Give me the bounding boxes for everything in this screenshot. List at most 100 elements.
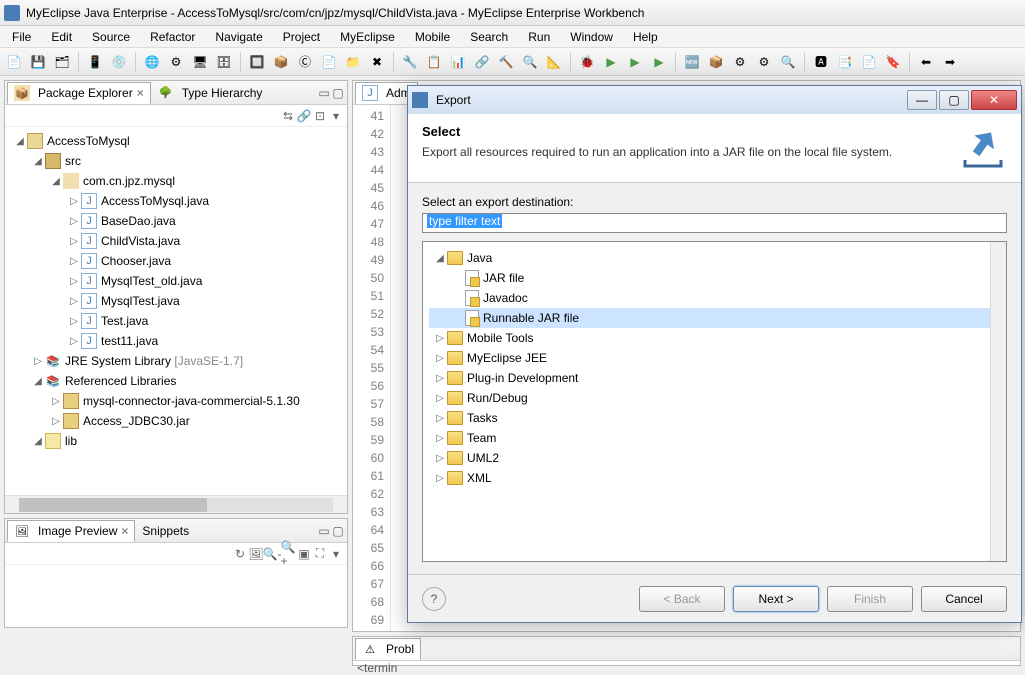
tool-x[interactable]: ✖ xyxy=(367,52,387,72)
minimize-icon[interactable]: ▭ xyxy=(317,86,331,100)
menu-icon[interactable]: ▾ xyxy=(329,109,343,123)
tool-app[interactable]: 🔲 xyxy=(247,52,267,72)
tool-gear[interactable]: ⚙ xyxy=(730,52,750,72)
tool-p2[interactable]: 📋 xyxy=(424,52,444,72)
tree-folder-lib[interactable]: ◢lib xyxy=(9,431,343,451)
tool-disk[interactable]: 💿 xyxy=(109,52,129,72)
maximize-button[interactable]: ▢ xyxy=(939,90,969,110)
filter-input[interactable]: type filter text xyxy=(422,213,1007,233)
menu-myeclipse[interactable]: MyEclipse xyxy=(330,28,405,46)
tool-d[interactable]: 🔖 xyxy=(883,52,903,72)
tool-run2[interactable]: ▶ xyxy=(625,52,645,72)
tree-category[interactable]: ▷Run/Debug xyxy=(429,388,1000,408)
menu-run[interactable]: Run xyxy=(518,28,560,46)
project-tree[interactable]: ◢AccessToMysql ◢src ◢com.cn.jpz.mysql ▷J… xyxy=(5,127,347,495)
img-icon[interactable]: 🖼 xyxy=(249,547,263,561)
refresh-icon[interactable]: ↻ xyxy=(233,547,247,561)
tree-jar[interactable]: ▷mysql-connector-java-commercial-5.1.30 xyxy=(9,391,343,411)
menu-source[interactable]: Source xyxy=(82,28,140,46)
tree-java[interactable]: ◢Java xyxy=(429,248,1000,268)
tool-file[interactable]: 📄 xyxy=(319,52,339,72)
menu-project[interactable]: Project xyxy=(273,28,330,46)
menu-window[interactable]: Window xyxy=(560,28,623,46)
collapse-icon[interactable]: ⇆ xyxy=(281,109,295,123)
tree-category[interactable]: ▷UML2 xyxy=(429,448,1000,468)
menu-help[interactable]: Help xyxy=(623,28,668,46)
tool-p6[interactable]: 🔍 xyxy=(520,52,540,72)
tool-fwd[interactable]: ➡ xyxy=(940,52,960,72)
focus-icon[interactable]: ⊡ xyxy=(313,109,327,123)
tool-newpkg[interactable]: 📦 xyxy=(706,52,726,72)
tree-jre[interactable]: ▷📚JRE System Library [JavaSE-1.7] xyxy=(9,351,343,371)
destination-tree[interactable]: ◢Java JAR file Javadoc Runnable JAR file… xyxy=(422,241,1007,562)
tool-server[interactable]: 🖥 xyxy=(190,52,210,72)
tree-jar-file[interactable]: JAR file xyxy=(429,268,1000,288)
actual-icon[interactable]: ⛶ xyxy=(313,547,327,561)
tree-java-file[interactable]: ▷JTest.java xyxy=(9,311,343,331)
tool-new[interactable]: 📄 xyxy=(4,52,24,72)
v-scrollbar[interactable] xyxy=(990,242,1006,561)
cancel-button[interactable]: Cancel xyxy=(921,586,1007,612)
tool-folder[interactable]: 📁 xyxy=(343,52,363,72)
finish-button[interactable]: Finish xyxy=(827,586,913,612)
zoom-out-icon[interactable]: 🔍- xyxy=(265,547,279,561)
tool-b[interactable]: 📑 xyxy=(835,52,855,72)
tool-a[interactable]: 🅰 xyxy=(811,52,831,72)
tree-package[interactable]: ◢com.cn.jpz.mysql xyxy=(9,171,343,191)
tree-src[interactable]: ◢src xyxy=(9,151,343,171)
tool-search[interactable]: 🔍 xyxy=(778,52,798,72)
tree-javadoc[interactable]: Javadoc xyxy=(429,288,1000,308)
help-button[interactable]: ? xyxy=(422,587,446,611)
tool-p5[interactable]: 🔨 xyxy=(496,52,516,72)
tab-snippets[interactable]: Snippets xyxy=(135,521,196,541)
tree-category[interactable]: ▷Team xyxy=(429,428,1000,448)
fit-icon[interactable]: ▣ xyxy=(297,547,311,561)
link-icon[interactable]: 🔗 xyxy=(297,109,311,123)
menu-mobile[interactable]: Mobile xyxy=(405,28,460,46)
tree-category[interactable]: ▷Tasks xyxy=(429,408,1000,428)
tool-globe[interactable]: 🌐 xyxy=(142,52,162,72)
menu-icon[interactable]: ▾ xyxy=(329,547,343,561)
tool-back[interactable]: ⬅ xyxy=(916,52,936,72)
tree-category[interactable]: ▷XML xyxy=(429,468,1000,488)
tool-p1[interactable]: 🔧 xyxy=(400,52,420,72)
tool-class[interactable]: Ⓒ xyxy=(295,52,315,72)
tool-saveall[interactable]: 🗂 xyxy=(52,52,72,72)
tree-java-file[interactable]: ▷JChooser.java xyxy=(9,251,343,271)
maximize-icon[interactable]: ▢ xyxy=(331,86,345,100)
tab-package-explorer[interactable]: 📦 Package Explorer × xyxy=(7,82,151,104)
close-icon[interactable]: × xyxy=(137,86,144,100)
tree-ref-lib[interactable]: ◢📚Referenced Libraries xyxy=(9,371,343,391)
tree-java-file[interactable]: ▷JChildVista.java xyxy=(9,231,343,251)
tool-phone[interactable]: 📱 xyxy=(85,52,105,72)
tool-db[interactable]: 🗄 xyxy=(214,52,234,72)
tool-debug[interactable]: 🐞 xyxy=(577,52,597,72)
tool-p7[interactable]: 📐 xyxy=(544,52,564,72)
tree-java-file[interactable]: ▷JMysqlTest_old.java xyxy=(9,271,343,291)
back-button[interactable]: < Back xyxy=(639,586,725,612)
tree-jar[interactable]: ▷Access_JDBC30.jar xyxy=(9,411,343,431)
tab-type-hierarchy[interactable]: 🌳 Type Hierarchy xyxy=(151,82,270,104)
next-button[interactable]: Next > xyxy=(733,586,819,612)
tool-pkg[interactable]: 📦 xyxy=(271,52,291,72)
tree-java-file[interactable]: ▷JBaseDao.java xyxy=(9,211,343,231)
menu-navigate[interactable]: Navigate xyxy=(205,28,272,46)
tree-project[interactable]: ◢AccessToMysql xyxy=(9,131,343,151)
tree-runnable-jar[interactable]: Runnable JAR file xyxy=(429,308,1000,328)
tool-run[interactable]: ▶ xyxy=(601,52,621,72)
minimize-button[interactable]: — xyxy=(907,90,937,110)
minimize-icon[interactable]: ▭ xyxy=(317,524,331,538)
tool-p3[interactable]: 📊 xyxy=(448,52,468,72)
maximize-icon[interactable]: ▢ xyxy=(331,524,345,538)
dialog-titlebar[interactable]: Export — ▢ ✕ xyxy=(408,86,1021,114)
menu-search[interactable]: Search xyxy=(460,28,518,46)
tool-p4[interactable]: 🔗 xyxy=(472,52,492,72)
tree-java-file[interactable]: ▷JAccessToMysql.java xyxy=(9,191,343,211)
menu-file[interactable]: File xyxy=(2,28,41,46)
h-scrollbar[interactable] xyxy=(5,495,347,513)
tree-java-file[interactable]: ▷JMysqlTest.java xyxy=(9,291,343,311)
close-button[interactable]: ✕ xyxy=(971,90,1017,110)
tool-deploy[interactable]: ⚙ xyxy=(166,52,186,72)
tree-java-file[interactable]: ▷Jtest11.java xyxy=(9,331,343,351)
tool-run3[interactable]: ▶ xyxy=(649,52,669,72)
